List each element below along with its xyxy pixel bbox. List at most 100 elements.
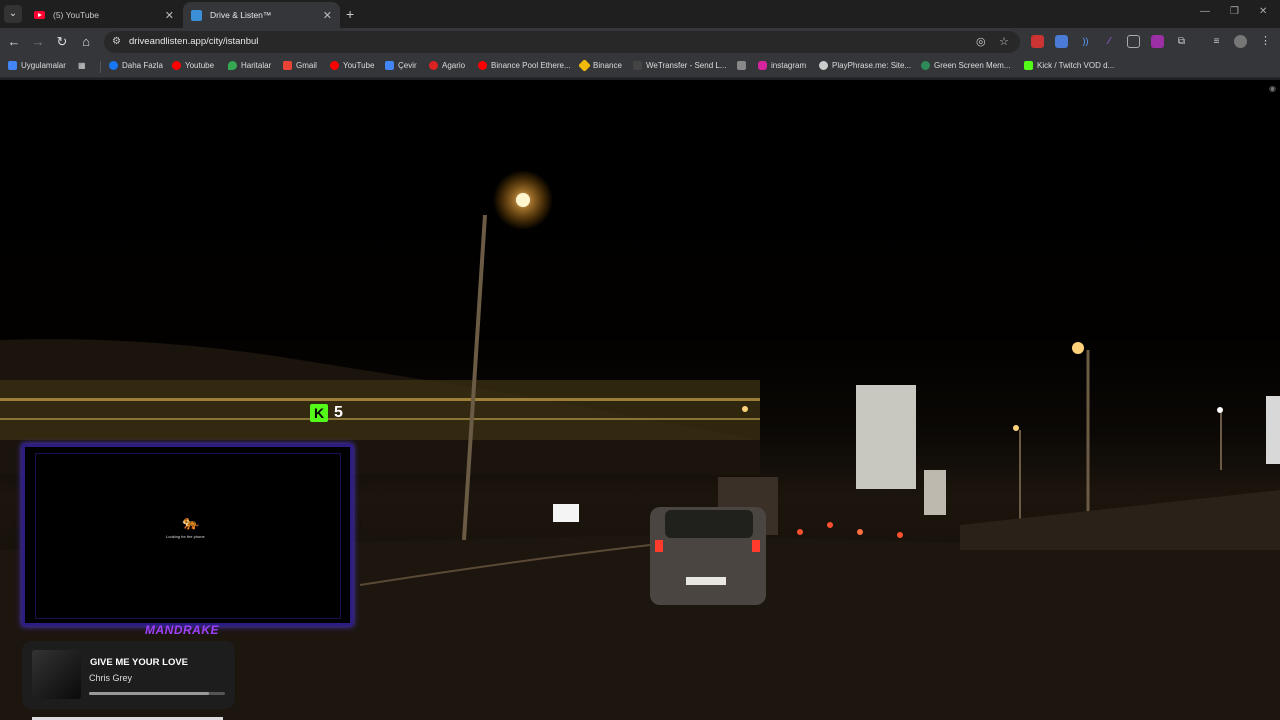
facebook-icon [109, 61, 118, 70]
bookmark-item[interactable]: Binance [578, 59, 622, 72]
tab-strip: ⌄ (5) YouTube ✕ Drive & Listen™ ✕ + — ❐ … [0, 0, 1280, 28]
wetransfer-icon [633, 61, 642, 70]
artist-name: Chris Grey [89, 673, 133, 683]
bookmark-label: Gmail [296, 61, 317, 70]
binance-icon [578, 59, 591, 72]
profile-avatar[interactable] [1234, 35, 1247, 48]
pen-extension-icon[interactable]: ⁄ [1103, 35, 1116, 48]
minimize-icon[interactable]: — [1200, 6, 1210, 17]
bookmark-item[interactable]: Kick / Twitch VOD d... [1024, 61, 1114, 70]
bookmark-item[interactable]: WeTransfer - Send L... [633, 61, 726, 70]
translate-icon [385, 61, 394, 70]
browser-chrome: ⌄ (5) YouTube ✕ Drive & Listen™ ✕ + — ❐ … [0, 0, 1280, 80]
bookmark-label: Uygulamalar [21, 61, 66, 70]
extension-new-icon[interactable] [1031, 35, 1044, 48]
tab-search-button[interactable]: ⌄ [4, 5, 22, 23]
webcam-feed: 🐅 Looking for the phone [35, 453, 341, 619]
bookmark-label: Binance [593, 61, 622, 70]
maps-icon [228, 61, 237, 70]
bookmark-icon [737, 61, 746, 70]
forward-icon[interactable]: → [30, 34, 46, 50]
tab-title: Drive & Listen™ [210, 10, 272, 20]
address-bar[interactable]: ⚙ driveandlisten.app/city/istanbul ◎ ☆ [104, 31, 1020, 53]
bookmark-label: Binance Pool Ethere... [491, 61, 571, 70]
bookmark-item[interactable]: Çevir [385, 61, 417, 70]
youtube-icon [34, 11, 45, 19]
media-controls-icon[interactable]: ≡ [1210, 35, 1223, 48]
progress-fill [89, 692, 209, 695]
bookmark-item[interactable]: PlayPhrase.me: Site... [819, 61, 911, 70]
bookmark-label: Haritalar [241, 61, 272, 70]
bookmark-item[interactable]: Gmail [283, 61, 317, 70]
home-icon[interactable]: ⌂ [78, 34, 94, 50]
close-window-icon[interactable]: ✕ [1259, 6, 1267, 17]
bookmark-label: Agario [442, 61, 466, 70]
bookmark-label: PlayPhrase.me: Site... [832, 61, 912, 70]
kick-viewer-badge: K 5 [310, 404, 343, 422]
bookmark-item[interactable]: YouTube [330, 61, 374, 70]
bookmark-label: YouTube [343, 61, 375, 70]
site-info-icon[interactable]: ⚙ [112, 36, 124, 48]
eye-icon[interactable]: ◉ [1269, 84, 1276, 93]
bookmark-star-icon[interactable]: ☆ [999, 35, 1009, 48]
video-stage[interactable]: ◉ K 5 🐅 Looking for the phone MANDRAKE G… [0, 80, 1280, 720]
webcam-frame: 🐅 Looking for the phone MANDRAKE [22, 444, 353, 637]
tiger-icon: 🐅 [182, 514, 200, 530]
youtube-icon [172, 61, 181, 70]
gmail-icon [283, 61, 292, 70]
album-cover [32, 650, 81, 699]
bookmark-label: Green Screen Mem... [934, 61, 1011, 70]
grid-icon[interactable]: ▦ [78, 61, 86, 70]
bookmark-label: Kick / Twitch VOD d... [1037, 61, 1115, 70]
new-tab-button[interactable]: + [346, 6, 354, 22]
greenscreen-icon [921, 61, 930, 70]
back-icon[interactable]: ← [6, 34, 22, 50]
url-text[interactable]: driveandlisten.app/city/istanbul [129, 36, 258, 47]
menu-icon[interactable]: ⋮ [1259, 35, 1272, 48]
tab-youtube[interactable]: (5) YouTube ✕ [26, 2, 182, 28]
youtube-icon [478, 61, 487, 70]
streamer-name: MANDRAKE [145, 623, 219, 637]
bookmark-label: Youtube [185, 61, 215, 70]
screenshot-extension-icon[interactable] [1127, 35, 1140, 48]
bookmark-item[interactable]: Agario [429, 61, 465, 70]
bookmark-label: WeTransfer - Send L... [646, 61, 727, 70]
close-icon[interactable]: ✕ [165, 9, 174, 22]
close-icon[interactable]: ✕ [323, 9, 332, 22]
bookmark-item[interactable]: Daha Fazla [109, 61, 163, 70]
extensions-puzzle-icon[interactable]: ⧉ [1175, 35, 1188, 48]
tab-drive-and-listen[interactable]: Drive & Listen™ ✕ [183, 2, 340, 28]
agario-icon [429, 61, 438, 70]
bookmark-item[interactable] [737, 61, 750, 70]
bookmark-item[interactable]: instagram [758, 61, 806, 70]
restore-icon[interactable]: ❐ [1230, 6, 1239, 17]
bookmark-item[interactable]: Green Screen Mem... [921, 61, 1010, 70]
playphrase-icon [819, 61, 828, 70]
bookmark-item[interactable]: Haritalar [228, 61, 271, 70]
instagram-icon [758, 61, 767, 70]
audio-extension-icon[interactable]: )) [1079, 35, 1092, 48]
separator [100, 61, 101, 73]
bookmark-label: Daha Fazla [122, 61, 163, 70]
music-player[interactable]: GIVE ME YOUR LOVE Chris Grey [22, 641, 235, 709]
bookmark-item[interactable]: Binance Pool Ethere... [478, 61, 571, 70]
kick-icon: K [310, 404, 328, 422]
progress-bar[interactable] [89, 692, 225, 695]
toolbar: ← → ↻ ⌂ ⚙ driveandlisten.app/city/istanb… [0, 28, 1280, 56]
kick-icon [1024, 61, 1033, 70]
apps-icon [8, 61, 17, 70]
song-title: GIVE ME YOUR LOVE [90, 657, 189, 668]
tab-title: (5) YouTube [53, 10, 99, 20]
reload-icon[interactable]: ↻ [54, 34, 70, 50]
translate-extension-icon[interactable] [1055, 35, 1068, 48]
youtube-icon [330, 61, 339, 70]
bookmark-item[interactable]: Uygulamalar [8, 61, 66, 70]
purple-extension-icon[interactable] [1151, 35, 1164, 48]
bookmark-item[interactable]: Youtube [172, 61, 214, 70]
tracking-protection-icon[interactable]: ◎ [976, 35, 986, 48]
drive-and-listen-icon [191, 9, 202, 21]
webcam-caption: Looking for the phone [166, 534, 205, 539]
bookmark-label: instagram [771, 61, 807, 70]
bookmarks-bar: Uygulamalar ▦ Daha Fazla Youtube Harital… [0, 56, 1280, 78]
bookmark-label: Çevir [398, 61, 417, 70]
